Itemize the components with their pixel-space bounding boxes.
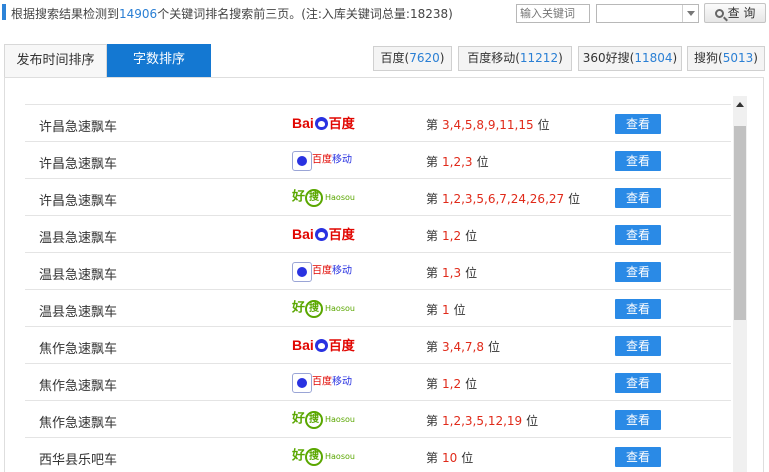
view-button[interactable]: 查看: [615, 336, 661, 356]
view-button[interactable]: 查看: [615, 114, 661, 134]
table-row: 焦作急速飘车 好搜 Haosou 第 1,2,3,5,12,19 位 查看: [25, 400, 731, 437]
baidu-mobile-logo-icon: 百度移动: [292, 149, 356, 171]
baidu-logo-icon: Bai 百度: [292, 226, 355, 242]
summary-count: 14906: [119, 7, 158, 21]
rank-text: 第 3,4,7,8 位: [426, 340, 501, 354]
keyword-text: 许昌急速飘车: [39, 194, 118, 209]
engine-button-baidu-mobile[interactable]: 百度移动(11212): [458, 46, 572, 71]
rank-positions: 1,2: [442, 229, 462, 243]
tab-sort-by-time[interactable]: 发布时间排序: [4, 44, 107, 77]
rank-text: 第 1,2,3,5,6,7,24,26,27 位: [426, 192, 581, 206]
engine-button-sogou[interactable]: 搜狗(5013): [687, 46, 765, 71]
query-button[interactable]: 查 询: [704, 3, 766, 23]
table-row: 温县急速飘车 百度移动 第 1,3 位 查看: [25, 252, 731, 289]
view-button[interactable]: 查看: [615, 151, 661, 171]
rank-positions: 10: [442, 451, 458, 465]
keyword-text: 焦作急速飘车: [39, 379, 118, 394]
baidu-logo-icon: Bai 百度: [292, 115, 355, 131]
rank-positions: 1,3: [442, 266, 462, 280]
baidu-paw-icon: [314, 228, 328, 241]
summary-bar: 根据搜索结果检测到14906个关键词排名搜索前三页。(注:入库关键词总量:182…: [0, 0, 769, 26]
scrollbar-thumb[interactable]: [734, 126, 746, 320]
accent-bar: [2, 4, 6, 20]
rank-positions: 1,2,3: [442, 155, 473, 169]
view-button[interactable]: 查看: [615, 262, 661, 282]
rank-text: 第 10 位: [426, 451, 474, 465]
view-button[interactable]: 查看: [615, 299, 661, 319]
table-row: 焦作急速飘车 Bai 百度 第 3,4,7,8 位 查看: [25, 326, 731, 363]
keyword-text: 温县急速飘车: [39, 305, 118, 320]
keyword-text: 温县急速飘车: [39, 268, 118, 283]
tab-sort-by-length[interactable]: 字数排序: [107, 44, 211, 77]
table-row: 许昌急速飘车 Bai 百度 第 3,4,5,8,9,11,15 位 查看: [25, 104, 731, 141]
results-panel: 许昌急速飘车 Bai 百度 第 3,4,5,8,9,11,15 位 查看 许昌急速飘车…: [4, 77, 764, 472]
rank-positions: 3,4,5,8,9,11,15: [442, 118, 534, 132]
baidu-paw-icon: [314, 117, 328, 130]
table-row: 西华县乐吧车 好搜 Haosou 第 10 位 查看: [25, 437, 731, 472]
baidu-app-icon: [292, 372, 312, 393]
haosou-logo-icon: 好搜 Haosou: [292, 299, 355, 318]
view-button[interactable]: 查看: [615, 225, 661, 245]
scroll-up-icon[interactable]: [733, 96, 747, 113]
results-list: 许昌急速飘车 Bai 百度 第 3,4,5,8,9,11,15 位 查看 许昌急速飘车…: [25, 104, 731, 472]
haosou-logo-icon: 好搜 Haosou: [292, 447, 355, 466]
haosou-logo-icon: 好搜 Haosou: [292, 410, 355, 429]
keyword-text: 温县急速飘车: [39, 231, 118, 246]
baidu-paw-icon: [314, 339, 328, 352]
view-button[interactable]: 查看: [615, 373, 661, 393]
haosou-logo-icon: 好搜 Haosou: [292, 188, 355, 207]
table-row: 温县急速飘车 好搜 Haosou 第1位 查看: [25, 289, 731, 326]
baidu-logo-icon: Bai 百度: [292, 337, 355, 353]
keyword-input[interactable]: [516, 4, 590, 23]
table-row: 焦作急速飘车 百度移动 第 1,2 位 查看: [25, 363, 731, 400]
engine-button-baidu[interactable]: 百度(7620): [373, 46, 452, 71]
keyword-text: 许昌急速飘车: [39, 157, 118, 172]
filter-select[interactable]: [596, 4, 699, 23]
rank-positions: 1,2: [442, 377, 462, 391]
rank-text: 第 3,4,5,8,9,11,15 位: [426, 118, 550, 132]
keyword-text: 焦作急速飘车: [39, 416, 118, 431]
table-row: 温县急速飘车 Bai 百度 第 1,2 位 查看: [25, 215, 731, 252]
scrollbar[interactable]: [733, 96, 747, 472]
table-row: 许昌急速飘车 好搜 Haosou 第 1,2,3,5,6,7,24,26,27 位 查…: [25, 178, 731, 215]
rank-positions: 1: [442, 303, 450, 317]
keyword-text: 西华县乐吧车: [39, 453, 118, 468]
view-button[interactable]: 查看: [615, 188, 661, 208]
rank-text: 第1位: [426, 303, 466, 317]
rank-text: 第 1,2 位: [426, 377, 478, 391]
rank-text: 第 1,2,3,5,12,19 位: [426, 414, 539, 428]
rank-text: 第 1,2,3 位: [426, 155, 489, 169]
baidu-app-icon: [292, 261, 312, 282]
rank-positions: 1,2,3,5,6,7,24,26,27: [442, 192, 565, 206]
search-icon: [714, 9, 724, 18]
baidu-mobile-logo-icon: 百度移动: [292, 260, 356, 282]
keyword-text: 许昌急速飘车: [39, 120, 118, 135]
keyword-text: 焦作急速飘车: [39, 342, 118, 357]
rank-positions: 3,4,7,8: [442, 340, 484, 354]
table-row: 许昌急速飘车 百度移动 第 1,2,3 位 查看: [25, 141, 731, 178]
engine-button-360-haosou[interactable]: 360好搜(11804): [578, 46, 682, 71]
view-button[interactable]: 查看: [615, 447, 661, 467]
summary-text: 根据搜索结果检测到14906个关键词排名搜索前三页。(注:入库关键词总量:182…: [11, 7, 453, 21]
rank-text: 第 1,2 位: [426, 229, 478, 243]
baidu-mobile-logo-icon: 百度移动: [292, 371, 356, 393]
baidu-app-icon: [292, 150, 312, 171]
view-button[interactable]: 查看: [615, 410, 661, 430]
chevron-down-icon: [682, 5, 698, 22]
rank-text: 第 1,3 位: [426, 266, 478, 280]
rank-positions: 1,2,3,5,12,19: [442, 414, 523, 428]
